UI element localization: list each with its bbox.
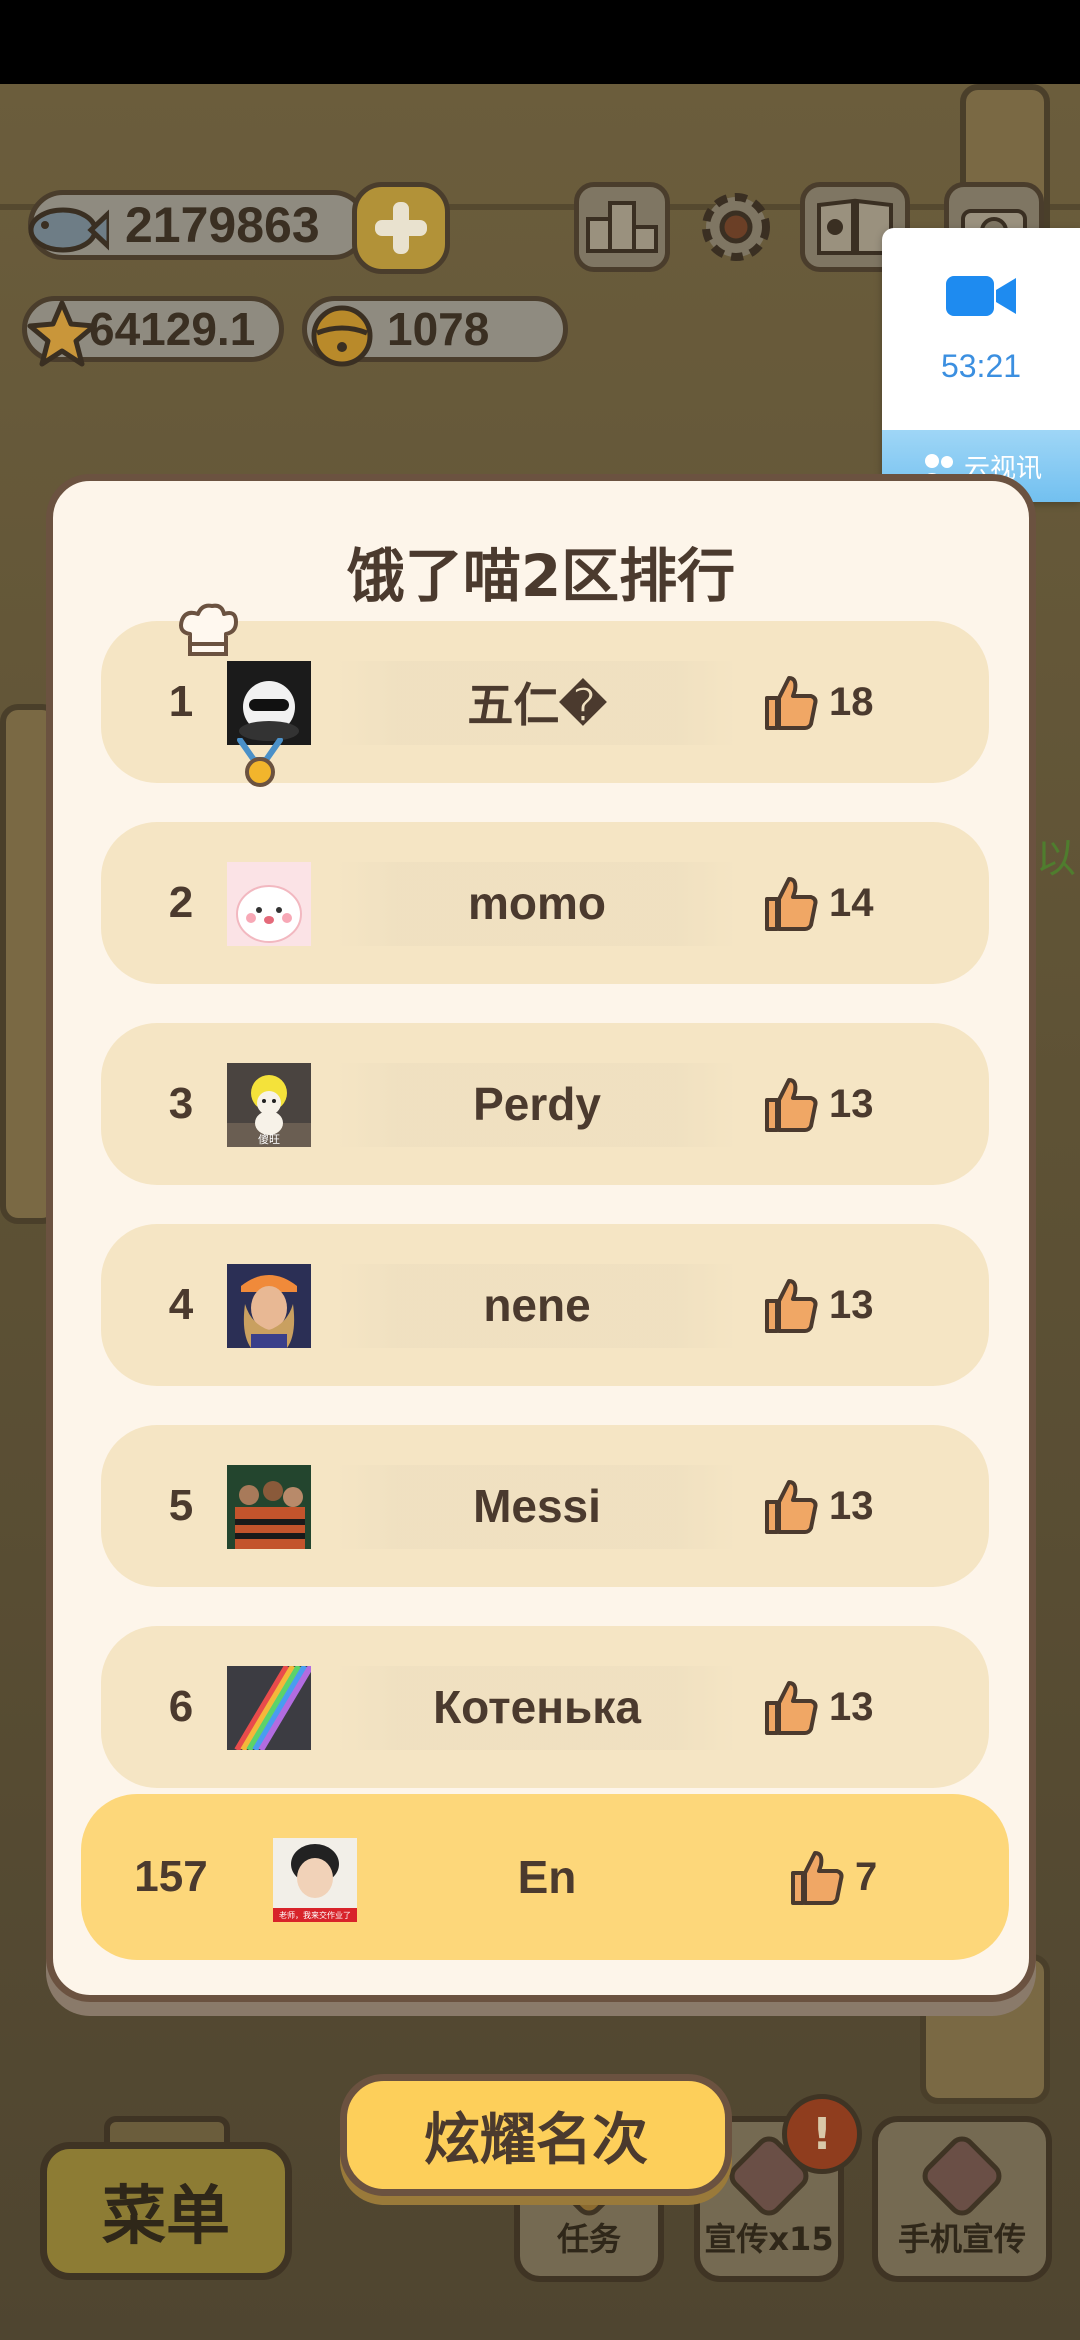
leaderboard-row[interactable]: 3 傻旺 Perdy 13 bbox=[101, 1023, 989, 1185]
like-count-group[interactable]: 13 bbox=[761, 1425, 874, 1587]
thumbs-up-icon bbox=[765, 877, 818, 931]
thumbs-up-icon bbox=[791, 1851, 844, 1905]
player-name: nene bbox=[483, 1279, 591, 1331]
thumbs-up-icon bbox=[765, 1480, 818, 1534]
my-like-count: 7 bbox=[855, 1854, 878, 1899]
leaderboard-row[interactable]: 4 nene 13 bbox=[101, 1224, 989, 1386]
alert-badge-icon: ! bbox=[782, 2094, 862, 2174]
like-count: 13 bbox=[829, 1282, 874, 1327]
plus-icon bbox=[375, 202, 427, 254]
svg-text:傻旺: 傻旺 bbox=[258, 1133, 280, 1146]
star-counter: 64129.1 bbox=[22, 296, 284, 367]
my-avatar: 老师，我来交作业了 bbox=[273, 1838, 357, 1922]
like-count: 18 bbox=[829, 679, 874, 724]
player-name: Котенька bbox=[433, 1681, 641, 1733]
video-call-widget[interactable]: 53:21 云视讯 bbox=[882, 228, 1080, 502]
call-duration: 53:21 bbox=[940, 348, 1022, 384]
like-count: 13 bbox=[829, 1684, 874, 1729]
leaderboard-modal: 饿了喵2区排行 1 五仁� 18 2 momo 14 3 傻旺 Perdy 13… bbox=[46, 474, 1036, 2002]
side-peek-text: 以 bbox=[1036, 836, 1076, 882]
thumbs-up-icon bbox=[765, 1681, 818, 1735]
like-count-group[interactable]: 13 bbox=[761, 1626, 874, 1788]
status-bar bbox=[0, 0, 1080, 84]
settings-button[interactable] bbox=[688, 182, 784, 272]
gold-medal-icon bbox=[237, 738, 283, 787]
video-camera-icon bbox=[946, 276, 1016, 316]
bell-count: 1078 bbox=[387, 303, 490, 355]
avatar bbox=[227, 661, 311, 745]
leaderboard-row[interactable]: 2 momo 14 bbox=[101, 822, 989, 984]
like-count-group[interactable]: 13 bbox=[761, 1023, 874, 1185]
star-icon bbox=[19, 291, 105, 377]
my-player-name: En bbox=[517, 1851, 577, 1903]
phone-promote-button[interactable]: 手机宣传 bbox=[872, 2116, 1052, 2282]
phone-megaphone-icon bbox=[916, 2130, 1008, 2222]
leaderboard-title: 饿了喵2区排行 bbox=[346, 542, 736, 610]
promote-label: 宣传x15 bbox=[704, 2220, 834, 2258]
thumbs-up-icon bbox=[765, 1078, 818, 1132]
leaderboard-row[interactable]: 6 Котенька 13 bbox=[101, 1626, 989, 1788]
bell-icon bbox=[299, 291, 385, 377]
avatar: 傻旺 bbox=[227, 1063, 311, 1147]
my-like-count-group[interactable]: 7 bbox=[787, 1794, 877, 1960]
like-count-group[interactable]: 18 bbox=[761, 621, 874, 783]
like-count-group[interactable]: 13 bbox=[761, 1224, 874, 1386]
fish-count: 2179863 bbox=[125, 197, 320, 253]
ranking-button[interactable] bbox=[574, 182, 670, 272]
gear-icon bbox=[702, 193, 770, 261]
ranking-icon bbox=[586, 201, 658, 253]
svg-text:老师，我来交作业了: 老师，我来交作业了 bbox=[279, 1910, 351, 1920]
avatar bbox=[227, 862, 311, 946]
player-name: 五仁� bbox=[467, 679, 607, 731]
task-label: 任务 bbox=[556, 2220, 621, 2258]
like-count: 14 bbox=[829, 880, 874, 925]
avatar bbox=[227, 1666, 311, 1750]
bell-counter: 1078 bbox=[302, 296, 568, 367]
show-off-rank-button[interactable]: 炫耀名次 bbox=[340, 2074, 732, 2196]
fish-counter: 2179863 bbox=[28, 190, 368, 260]
player-name: Messi bbox=[473, 1480, 601, 1532]
like-count-group[interactable]: 14 bbox=[761, 822, 874, 984]
avatar bbox=[227, 1264, 311, 1348]
my-rank-row[interactable]: 157 老师，我来交作业了 En 7 bbox=[81, 1794, 1009, 1960]
player-name: Perdy bbox=[473, 1078, 601, 1130]
thumbs-up-icon bbox=[765, 1279, 818, 1333]
leaderboard-row[interactable]: 5 Messi 13 bbox=[101, 1425, 989, 1587]
like-count: 13 bbox=[829, 1081, 874, 1126]
add-fish-button[interactable] bbox=[352, 182, 450, 274]
menu-button[interactable]: 菜单 bbox=[40, 2142, 292, 2280]
fish-icon bbox=[23, 187, 109, 273]
avatar bbox=[227, 1465, 311, 1549]
chef-hat-icon bbox=[179, 603, 238, 656]
star-count: 64129.1 bbox=[89, 303, 256, 355]
player-name: momo bbox=[468, 877, 606, 929]
phone-promote-label: 手机宣传 bbox=[897, 2220, 1026, 2258]
my-rank-number: 157 bbox=[134, 1852, 208, 1901]
thumbs-up-icon bbox=[765, 676, 818, 730]
like-count: 13 bbox=[829, 1483, 874, 1528]
